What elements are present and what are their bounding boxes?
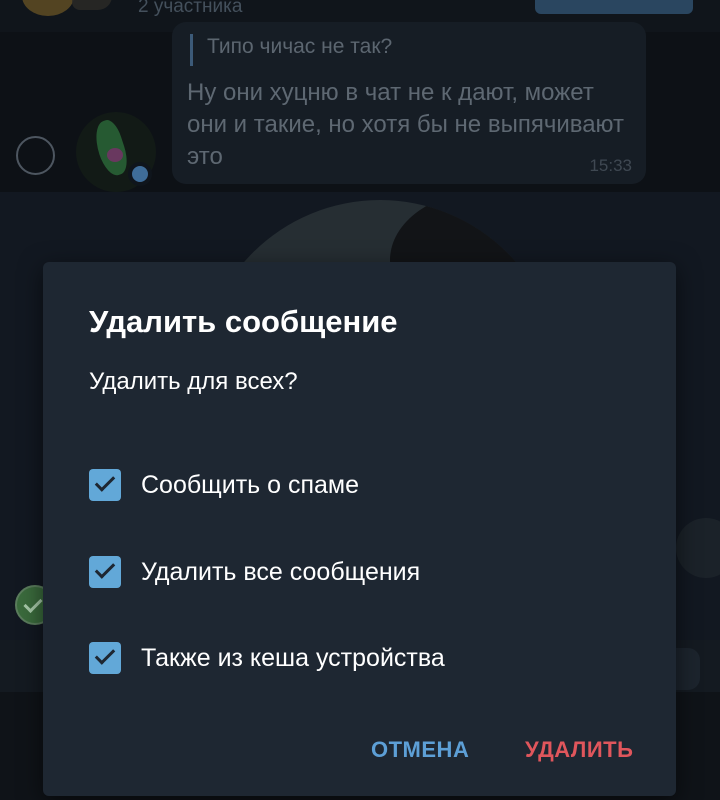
option-delete-all[interactable]: Удалить все сообщения	[77, 544, 637, 600]
online-indicator	[128, 162, 152, 186]
option-clear-cache[interactable]: Также из кеша устройства	[77, 630, 637, 686]
reply-bar	[190, 34, 193, 66]
dialog-question: Удалить для всех?	[89, 368, 298, 395]
option-label: Сообщить о спаме	[141, 470, 360, 499]
clear-cache-checkbox[interactable]	[89, 642, 121, 674]
option-label: Удалить все сообщения	[141, 557, 421, 586]
participants-count: 2 участника	[138, 0, 243, 17]
reply-quote: Типо чичас не так?	[207, 35, 393, 58]
check-icon	[94, 471, 116, 492]
message-time: 15:33	[589, 156, 632, 175]
dialog-title: Удалить сообщение	[89, 304, 398, 339]
option-label: Также из кеша устройства	[141, 643, 445, 672]
screen: 2 участника Типо чичас не так? Ну они ху…	[0, 0, 720, 800]
option-report-spam[interactable]: Сообщить о спаме	[77, 457, 637, 513]
check-icon	[94, 558, 116, 579]
check-icon	[94, 644, 116, 665]
message-bubble: Типо чичас не так? Ну они хуцню в чат не…	[172, 22, 646, 184]
cancel-button[interactable]: ОТМЕНА	[367, 730, 473, 770]
delete-all-checkbox[interactable]	[89, 556, 121, 588]
message-select-circle	[16, 136, 55, 175]
header-action-button	[535, 0, 693, 14]
report-spam-checkbox[interactable]	[89, 469, 121, 501]
message-text: Ну они хуцню в чат не к дают, может они …	[187, 79, 625, 170]
delete-message-dialog: Удалить сообщение Удалить для всех? Сооб…	[43, 262, 676, 796]
delete-button[interactable]: УДАЛИТЬ	[521, 730, 637, 770]
